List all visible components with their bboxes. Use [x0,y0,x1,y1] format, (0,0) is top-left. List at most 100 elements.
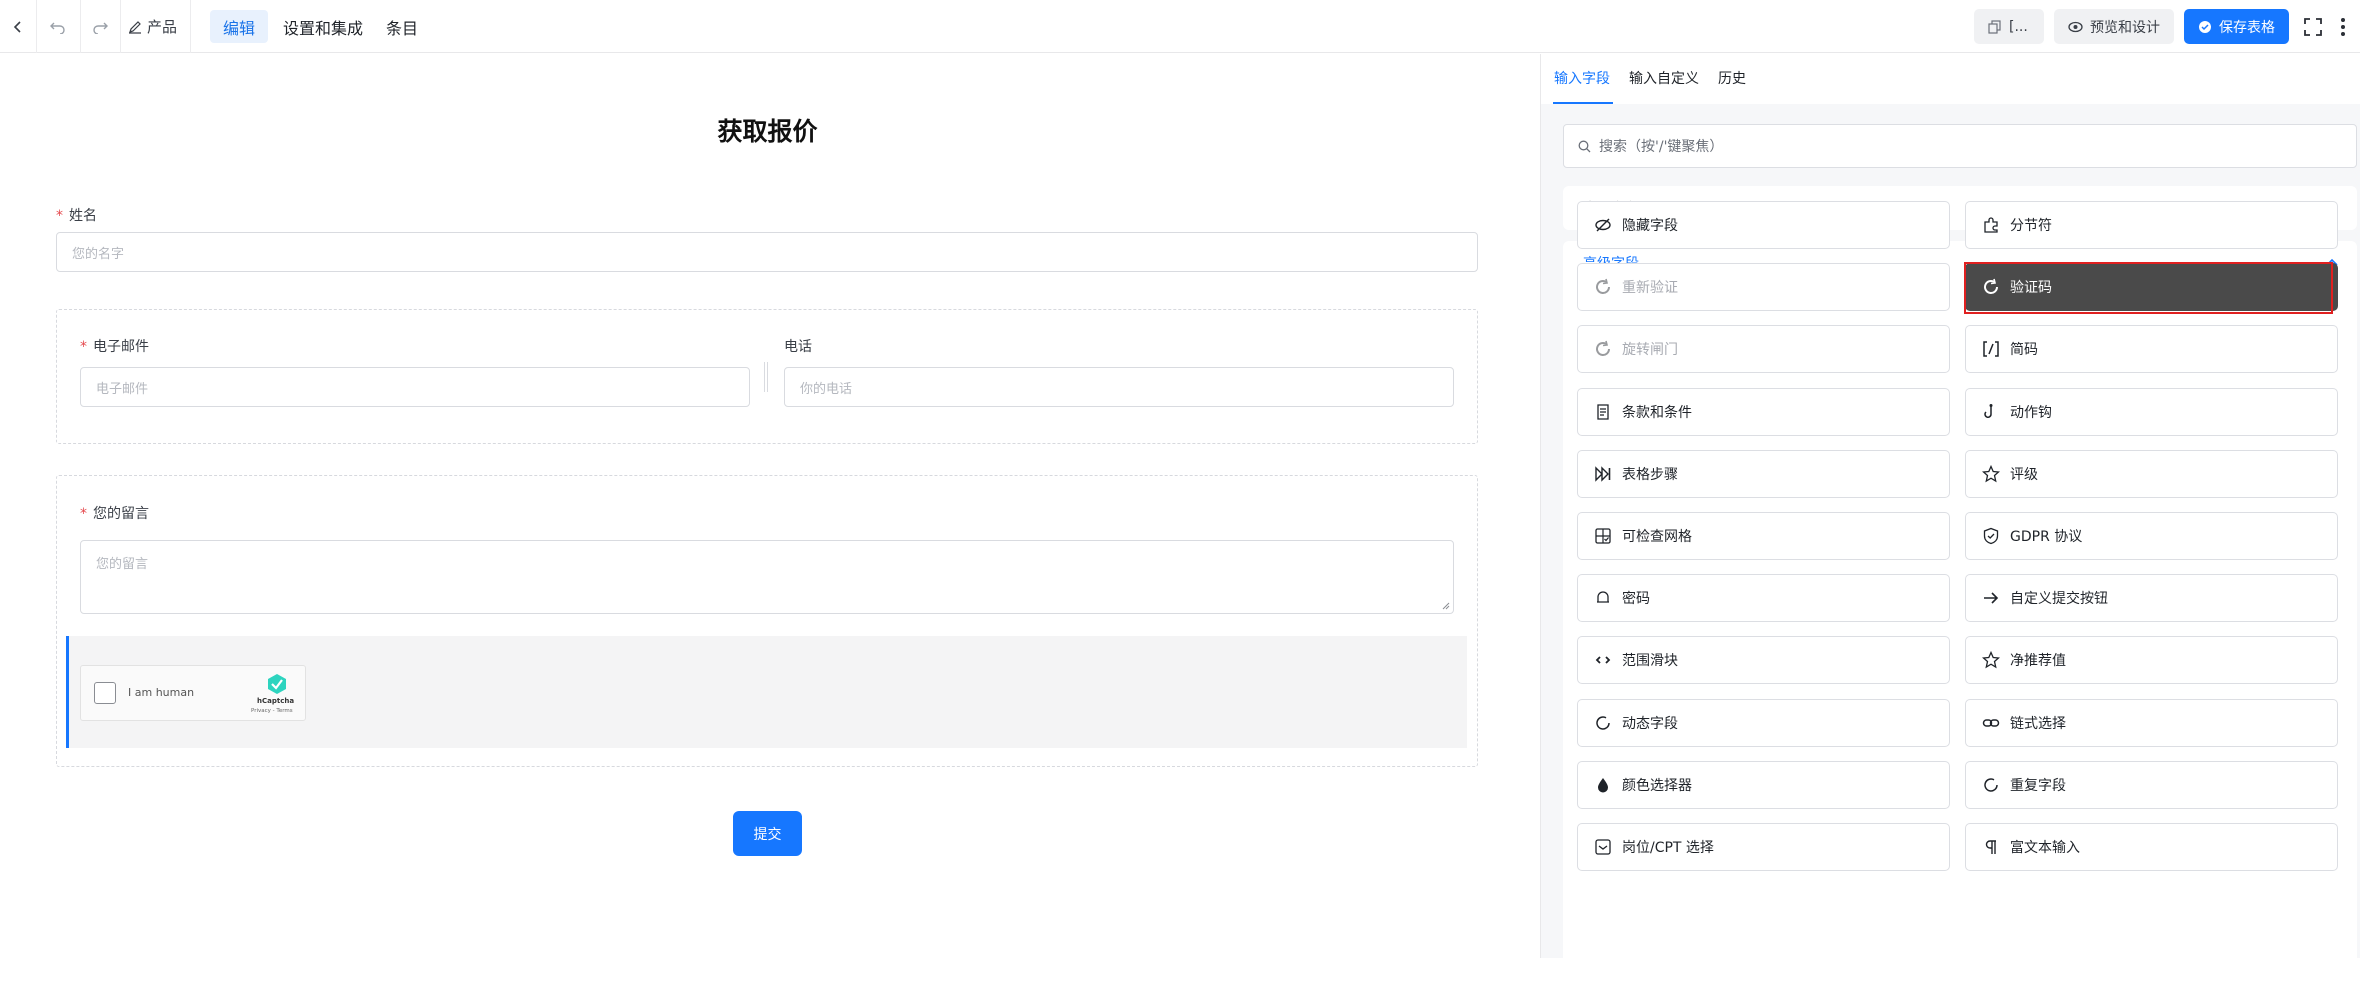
field-item-label: 富文本输入 [2010,840,2080,856]
pilcrow-icon [1985,840,1996,854]
field-item[interactable]: 范围滑块 [1577,636,1950,685]
message-textarea[interactable]: 您的留言 [80,540,1454,614]
email-label: * 电子邮件 [80,339,149,355]
field-item[interactable]: 可检查网格 [1577,512,1950,560]
fullscreen-icon[interactable] [2300,0,2326,53]
hcaptcha-logo-icon [268,674,286,694]
captcha-text: I am human [128,686,195,699]
field-item[interactable]: 隐藏字段 [1577,201,1950,249]
check-circle-icon [2199,20,2211,33]
field-item-label: 分节符 [2010,218,2052,234]
field-item[interactable]: 简码 [1965,325,2338,374]
field-item[interactable]: 重复字段 [1965,760,2338,809]
field-item-label: 动作钩 [2010,404,2052,421]
puzzle-icon [1984,217,1998,233]
bell-icon [1597,591,1609,603]
hcaptcha-links[interactable]: Privacy - Terms [251,708,293,714]
field-item[interactable]: 验证码 [1965,263,2338,312]
name-input[interactable]: 您的名字 [56,232,1478,272]
field-item-label: 净推荐值 [2010,653,2066,670]
tab-input-fields[interactable]: 输入字段 [1554,68,1610,88]
more-options-icon[interactable] [2334,0,2352,53]
panel-tabs: 输入字段 输入自定义 历史 [1541,54,2360,104]
top-toolbar: 产品 编辑 设置和集成 条目 [... 预览和设计 保存表格 [0,0,2360,53]
field-item[interactable]: 岗位/CPT 选择 [1577,823,1950,871]
field-item[interactable]: 富文本输入 [1965,823,2338,871]
field-item[interactable]: 评级 [1965,449,2338,498]
field-item-label: 表格步骤 [1622,466,1678,483]
field-item-label: 简码 [2010,342,2038,359]
submit-button[interactable]: 提交 [733,811,802,856]
field-item[interactable]: 动态字段 [1577,698,1950,747]
field-item-label: 颜色选择器 [1622,777,1692,794]
tab-settings-integrations[interactable]: 设置和集成 [270,10,376,43]
field-item-label: 验证码 [2010,280,2052,297]
field-item-label: 评级 [2010,466,2038,483]
copy-shortcode-button[interactable]: [... [1974,9,2044,44]
arrow-right-icon [1984,592,1999,604]
field-item[interactable]: 动作钩 [1965,387,2338,436]
field-item-label: 可检查网格 [1622,529,1692,545]
search-placeholder: 搜索（按'/'键聚焦） [1599,139,1724,155]
copy-icon [1988,19,2001,34]
redo-icon[interactable] [86,0,114,53]
field-item-label: 密码 [1622,591,1650,608]
field-item-label: 岗位/CPT 选择 [1622,840,1714,856]
link-icon [1982,718,2000,727]
form-title: 获取报价 [717,117,818,146]
tab-entries[interactable]: 条目 [373,10,431,43]
hcaptcha-icon [1984,278,1998,295]
hcaptcha-widget[interactable]: I am human hCaptcha Privacy - Terms [80,665,306,721]
hook-icon [1984,403,1993,418]
field-item[interactable]: 自定义提交按钮 [1965,574,2338,623]
field-item-label: 范围滑块 [1622,653,1678,670]
field-item-label: 条款和条件 [1622,404,1692,421]
preview-label: 预览和设计 [2090,19,2160,36]
undo-icon[interactable] [44,0,72,53]
field-item-label: 链式选择 [2010,715,2066,732]
field-search-input[interactable]: 搜索（按'/'键聚焦） [1563,124,2357,168]
save-form-button[interactable]: 保存表格 [2184,9,2289,44]
field-item[interactable]: 分节符 [1965,201,2338,249]
star-icon [1982,464,2000,483]
field-item[interactable]: 条款和条件 [1577,387,1950,436]
phone-label: 电话 [784,339,812,355]
fields-panel: 输入字段 输入自定义 历史 搜索（按'/'键聚焦） 常规字段 高级字段 隐藏字段… [1540,54,2360,981]
field-item[interactable]: 颜色选择器 [1577,760,1950,809]
tab-history[interactable]: 历史 [1718,68,1746,88]
field-item-label: GDPR 协议 [2010,529,2083,545]
field-item[interactable]: GDPR 协议 [1965,512,2338,560]
active-tab-underline [1553,102,1613,104]
product-rename-button[interactable]: 产品 [128,0,177,53]
resize-grip-icon[interactable] [1440,600,1450,610]
product-label: 产品 [147,18,178,36]
phone-input[interactable]: 你的电话 [784,367,1454,407]
tab-edit[interactable]: 编辑 [210,10,269,43]
hcaptcha-brand: hCaptcha [257,697,295,705]
captcha-checkbox[interactable] [94,682,116,704]
field-item-label: 旋转闸门 [1622,342,1678,359]
column-resize-handle[interactable] [764,362,768,392]
search-icon [1578,140,1591,152]
field-item[interactable]: 旋转闸门 [1577,325,1950,374]
name-label: * 姓名 [56,208,97,224]
field-item[interactable]: 重新验证 [1577,263,1950,312]
message-label: * 您的留言 [80,506,149,522]
field-item-label: 重新验证 [1622,280,1678,297]
post-select-icon [1595,839,1611,855]
preview-design-button[interactable]: 预览和设计 [2054,9,2174,44]
field-item[interactable]: 表格步骤 [1577,449,1950,498]
field-item-label: 动态字段 [1622,715,1678,732]
droplet-icon [1598,777,1608,793]
turnstile-icon [1596,341,1610,357]
form-canvas: 获取报价 * 姓名 您的名字 * 电子邮件 电子邮件 电话 你的电话 * 您的留言 您… [0,54,1540,958]
eye-off-icon [1595,218,1611,232]
email-input[interactable]: 电子邮件 [80,367,750,407]
field-item-label: 自定义提交按钮 [2010,591,2108,608]
field-item-label: 隐藏字段 [1622,218,1678,234]
field-item[interactable]: 密码 [1577,574,1950,623]
field-item[interactable]: 净推荐值 [1965,636,2338,685]
back-icon[interactable] [4,0,32,53]
field-item[interactable]: 链式选择 [1965,698,2338,747]
tab-input-customization[interactable]: 输入自定义 [1629,68,1699,88]
